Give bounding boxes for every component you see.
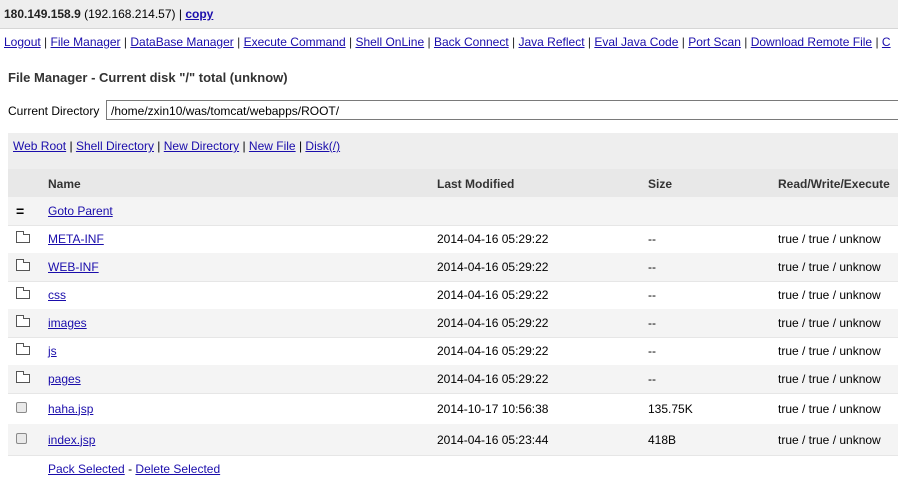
menu-separator: | (427, 35, 431, 49)
file-name-link[interactable]: haha.jsp (48, 402, 93, 416)
web-root-link[interactable]: Web Root (13, 139, 66, 153)
file-name-link[interactable]: META-INF (48, 232, 104, 246)
file-name-link[interactable]: index.jsp (48, 433, 95, 447)
menu-java-reflect[interactable]: Java Reflect (519, 35, 585, 49)
folder-icon (16, 371, 30, 386)
server-ip: 180.149.158.9 (4, 7, 81, 21)
disk-link[interactable]: Disk(/) (305, 139, 340, 153)
permissions: true / true / unknow (778, 232, 881, 246)
local-ip: (192.168.214.57) (84, 7, 176, 21)
menu-separator: | (587, 35, 591, 49)
folder-icon (16, 315, 30, 330)
table-row: js 2014-04-16 05:29:22 -- true / true / … (8, 337, 898, 366)
menu-separator: | (681, 35, 685, 49)
file-name-link[interactable]: js (48, 344, 57, 358)
menu-port-scan[interactable]: Port Scan (688, 35, 741, 49)
permissions: true / true / unknow (778, 288, 881, 302)
header-last-modified: Last Modified (437, 177, 515, 191)
file-select-checkbox[interactable] (16, 432, 27, 447)
menu-database-manager[interactable]: DataBase Manager (130, 35, 233, 49)
permissions: true / true / unknow (778, 344, 881, 358)
permissions: true / true / unknow (778, 260, 881, 274)
permissions: true / true / unknow (778, 401, 881, 416)
shell-directory-link[interactable]: Shell Directory (76, 139, 154, 153)
copy-link[interactable]: copy (185, 7, 213, 21)
table-row: WEB-INF 2014-04-16 05:29:22 -- true / tr… (8, 253, 898, 282)
menu-separator: | (44, 35, 48, 49)
table-row: haha.jsp 2014-10-17 10:56:38 135.75K tru… (8, 393, 898, 425)
permissions: true / true / unknow (778, 372, 881, 386)
current-directory-input[interactable]: /home/zxin10/was/tomcat/webapps/ROOT/ (106, 100, 898, 120)
table-row: css 2014-04-16 05:29:22 -- true / true /… (8, 281, 898, 310)
file-size: -- (648, 260, 656, 274)
menu-separator: | (237, 35, 241, 49)
parent-directory-icon: = (16, 203, 25, 219)
table-row: META-INF 2014-04-16 05:29:22 -- true / t… (8, 225, 898, 254)
file-size: -- (648, 344, 656, 358)
delete-selected-link[interactable]: Delete Selected (135, 462, 220, 476)
file-size: -- (648, 232, 656, 246)
file-size: -- (648, 372, 656, 386)
current-directory-label: Current Directory (8, 104, 100, 118)
last-modified: 2014-04-16 05:29:22 (437, 260, 549, 274)
separator: | (178, 7, 182, 21)
menu-execute-command[interactable]: Execute Command (244, 35, 346, 49)
main-menu: Logout | File Manager | DataBase Manager… (4, 35, 891, 49)
menu-separator: | (875, 35, 879, 49)
selection-links: Pack Selected - Delete Selected (48, 462, 220, 476)
table-header: Name Last Modified Size Read/Write/Execu… (8, 169, 898, 197)
menu-separator: | (123, 35, 128, 49)
folder-icon (16, 231, 30, 246)
table-row: pages 2014-04-16 05:29:22 -- true / true… (8, 365, 898, 394)
table-row: index.jsp 2014-04-16 05:23:44 418B true … (8, 424, 898, 456)
header-name: Name (48, 177, 81, 191)
separator: - (128, 462, 133, 476)
menu-eval-java-code[interactable]: Eval Java Code (594, 35, 678, 49)
file-name-link[interactable]: images (48, 316, 87, 330)
file-size: 135.75K (648, 401, 693, 416)
parent-row: = Goto Parent (8, 197, 898, 226)
last-modified: 2014-04-16 05:29:22 (437, 232, 549, 246)
folder-icon (16, 343, 30, 358)
file-size: 418B (648, 432, 677, 447)
menu-truncated-item[interactable]: C (882, 35, 891, 49)
menu-shell-online[interactable]: Shell OnLine (355, 35, 424, 49)
last-modified: 2014-04-16 05:29:22 (437, 344, 549, 358)
pack-selected-link[interactable]: Pack Selected (48, 462, 125, 476)
file-select-checkbox[interactable] (16, 401, 27, 416)
selection-actions: Pack Selected - Delete Selected (8, 456, 898, 484)
menu-logout[interactable]: Logout (4, 35, 41, 49)
table-row: images 2014-04-16 05:29:22 -- true / tru… (8, 309, 898, 338)
header-rwx: Read/Write/Execute (778, 177, 890, 191)
permissions: true / true / unknow (778, 316, 881, 330)
last-modified: 2014-04-16 05:29:22 (437, 288, 549, 302)
new-directory-link[interactable]: New Directory (164, 139, 239, 153)
folder-icon (16, 259, 30, 274)
last-modified: 2014-04-16 05:23:44 (437, 432, 549, 447)
menu-file-manager[interactable]: File Manager (51, 35, 121, 49)
goto-parent-link[interactable]: Goto Parent (48, 204, 113, 218)
menu-back-connect[interactable]: Back Connect (434, 35, 509, 49)
top-bar: 180.149.158.9 (192.168.214.57) | copy (0, 0, 898, 29)
folder-icon (16, 287, 30, 302)
page-title: File Manager - Current disk "/" total (u… (8, 70, 288, 85)
file-name-link[interactable]: pages (48, 372, 81, 386)
directory-actions-bar: Web Root | Shell Directory | New Directo… (8, 133, 898, 169)
last-modified: 2014-04-16 05:29:22 (437, 316, 549, 330)
menu-separator: | (744, 35, 748, 49)
menu-separator: | (512, 35, 516, 49)
last-modified: 2014-10-17 10:56:38 (437, 401, 549, 416)
new-file-link[interactable]: New File (249, 139, 296, 153)
menu-download-remote-file[interactable]: Download Remote File (751, 35, 872, 49)
last-modified: 2014-04-16 05:29:22 (437, 372, 549, 386)
file-name-link[interactable]: css (48, 288, 66, 302)
file-size: -- (648, 316, 656, 330)
header-size: Size (648, 177, 673, 191)
file-size: -- (648, 288, 656, 302)
file-name-link[interactable]: WEB-INF (48, 260, 99, 274)
menu-separator: | (348, 35, 353, 49)
permissions: true / true / unknow (778, 432, 881, 447)
